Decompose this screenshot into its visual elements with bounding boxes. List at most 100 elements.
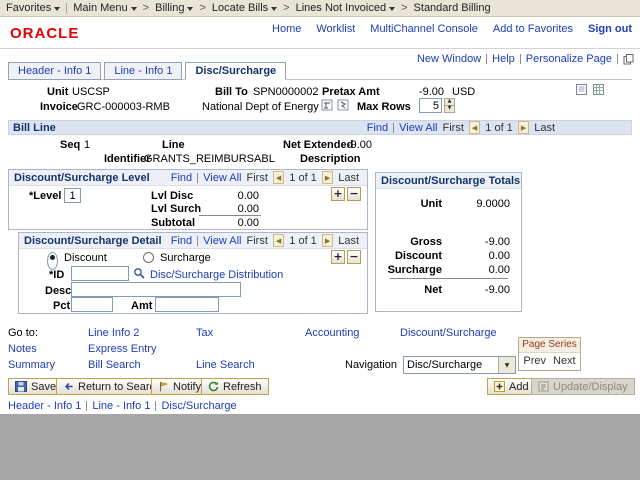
oracle-logo: ORACLE	[10, 25, 79, 42]
first-row-icon[interactable]: ◀	[273, 171, 284, 184]
totals-unit-value: 9.0000	[448, 198, 510, 210]
update-display-button[interactable]: Update/Display	[531, 378, 635, 395]
amt-input[interactable]	[155, 297, 219, 312]
notify-button[interactable]: Notify	[151, 378, 208, 395]
multichannel-console-link[interactable]: MultiChannel Console	[370, 23, 478, 35]
surcharge-radio[interactable]	[143, 252, 154, 263]
subtotal-value: 0.00	[201, 217, 259, 229]
copy-url-icon[interactable]	[623, 54, 634, 65]
new-window-link[interactable]: New Window	[417, 53, 481, 65]
goto-discount-surcharge-link[interactable]: Discount/Surcharge	[400, 327, 497, 339]
sign-out-link[interactable]: Sign out	[588, 23, 632, 35]
unit-label: Unit	[47, 86, 68, 98]
first-row-icon[interactable]: ◀	[469, 121, 480, 134]
select-dropdown-icon: ▼	[498, 357, 515, 373]
breadcrumb-item-billing[interactable]: Billing	[155, 2, 193, 14]
add-to-favorites-link[interactable]: Add to Favorites	[493, 23, 573, 35]
bill-line-find-link[interactable]: Find	[367, 122, 388, 134]
last-row-icon[interactable]: ▶	[322, 171, 333, 184]
goto-line-search-link[interactable]: Line Search	[196, 359, 255, 371]
breadcrumb-item-favorites[interactable]: Favorites	[6, 2, 60, 14]
bill-line-view-all-link[interactable]: View All	[399, 122, 437, 134]
max-rows-spin-down-icon[interactable]: ▼	[444, 105, 455, 113]
description-label: Description	[300, 153, 361, 165]
pct-input[interactable]	[71, 297, 113, 312]
goto-tax-link[interactable]: Tax	[196, 327, 213, 339]
add-button[interactable]: Add	[487, 378, 536, 395]
id-input[interactable]	[71, 266, 129, 281]
footer-disc-surcharge-link[interactable]: Disc/Surcharge	[161, 400, 236, 412]
spreadsheet-icon[interactable]	[592, 83, 605, 96]
goto-accounting-link[interactable]: Accounting	[305, 327, 359, 339]
navigation-select[interactable]: Disc/Surcharge ▼	[403, 356, 516, 374]
refresh-button[interactable]: Refresh	[201, 378, 269, 395]
goto-label: Go to:	[8, 327, 38, 339]
detail-find-link[interactable]: Find	[171, 235, 192, 247]
personalize-page-link[interactable]: Personalize Page	[526, 53, 612, 65]
footer-header-info-1-link[interactable]: Header - Info 1	[8, 400, 81, 412]
home-link[interactable]: Home	[272, 23, 301, 35]
tab-header-info-1[interactable]: Header - Info 1	[8, 62, 101, 80]
disc-surcharge-distribution-link[interactable]: Disc/Surcharge Distribution	[150, 269, 283, 281]
max-rows-input[interactable]	[419, 98, 442, 113]
breadcrumb: Favorites Main Menu > Billing > Locate B…	[0, 0, 640, 17]
bill-line-row-nav: Find View All First ◀ 1 of 1 ▶ Last	[367, 121, 555, 134]
breadcrumb-label: Lines Not Invoiced	[296, 2, 387, 14]
page-tabs: Header - Info 1 Line - Info 1 Disc/Surch…	[8, 62, 289, 80]
level-view-all-link[interactable]: View All	[203, 172, 241, 184]
goto-express-entry-link[interactable]: Express Entry	[88, 343, 156, 355]
level-box-title: Discount/Surcharge Level	[14, 172, 150, 184]
tab-disc-surcharge[interactable]: Disc/Surcharge	[185, 62, 286, 80]
goto-bill-search-link[interactable]: Bill Search	[88, 359, 141, 371]
goto-notes-link[interactable]: Notes	[8, 343, 37, 355]
level-delete-row-button[interactable]: −	[347, 187, 361, 201]
level-find-link[interactable]: Find	[171, 172, 192, 184]
customer-name: National Dept of Energy	[202, 101, 319, 113]
seq-value: 1	[84, 139, 90, 151]
row-counter: 1 of 1	[485, 122, 513, 134]
help-link[interactable]: Help	[492, 53, 515, 65]
discount-surcharge-level-box: Discount/Surcharge Level Find View All F…	[8, 169, 368, 230]
breadcrumb-item-locate-bills[interactable]: Locate Bills	[212, 2, 277, 14]
last-row-icon[interactable]: ▶	[518, 121, 529, 134]
identifier-value: GRANTS_REIMBURSABL	[144, 153, 275, 165]
detail-row-nav: Find View All First ◀ 1 of 1 ▶ Last	[171, 234, 359, 247]
footer-line-info-1-link[interactable]: Line - Info 1	[92, 400, 150, 412]
tab-line-info-1[interactable]: Line - Info 1	[104, 62, 182, 80]
level-input[interactable]	[64, 188, 81, 203]
level-add-row-button[interactable]: +	[331, 187, 345, 201]
totals-net-label: Net	[380, 284, 442, 296]
breadcrumb-separator: >	[143, 2, 149, 14]
customer-info-icon[interactable]	[321, 99, 333, 111]
banner-links: Home Worklist MultiChannel Console Add t…	[272, 23, 632, 35]
detail-add-row-button[interactable]: +	[331, 250, 345, 264]
update-display-icon	[538, 381, 549, 392]
id-lookup-icon[interactable]	[133, 267, 145, 279]
detail-view-all-link[interactable]: View All	[203, 235, 241, 247]
first-row-icon[interactable]: ◀	[273, 234, 284, 247]
refresh-icon	[208, 381, 219, 392]
page-series-prev-link[interactable]: Prev	[523, 355, 546, 367]
breadcrumb-label: Favorites	[6, 2, 51, 14]
tab-label: Line - Info 1	[114, 65, 172, 77]
last-row-icon[interactable]: ▶	[322, 234, 333, 247]
customer-messages-icon[interactable]	[337, 99, 349, 111]
notify-flag-icon	[158, 381, 169, 392]
dropdown-arrow-icon	[271, 7, 277, 11]
goto-line-info-2-link[interactable]: Line Info 2	[88, 327, 139, 339]
breadcrumb-item-lines-not-invoiced[interactable]: Lines Not Invoiced	[296, 2, 396, 14]
breadcrumb-label: Standard Billing	[414, 2, 491, 14]
page-series-next-link[interactable]: Next	[553, 355, 576, 367]
pretax-amt-label: Pretax Amt	[322, 86, 380, 98]
breadcrumb-item-main-menu[interactable]: Main Menu	[73, 2, 136, 14]
descr-input[interactable]	[71, 282, 241, 297]
save-button[interactable]: Save	[8, 378, 63, 395]
notepad-icon[interactable]	[575, 83, 588, 96]
discount-radio[interactable]	[47, 252, 58, 270]
worklist-link[interactable]: Worklist	[316, 23, 355, 35]
goto-summary-link[interactable]: Summary	[8, 359, 55, 371]
breadcrumb-item-standard-billing[interactable]: Standard Billing	[414, 2, 491, 14]
breadcrumb-label: Billing	[155, 2, 184, 14]
detail-delete-row-button[interactable]: −	[347, 250, 361, 264]
navigation-selected-value: Disc/Surcharge	[404, 359, 498, 371]
